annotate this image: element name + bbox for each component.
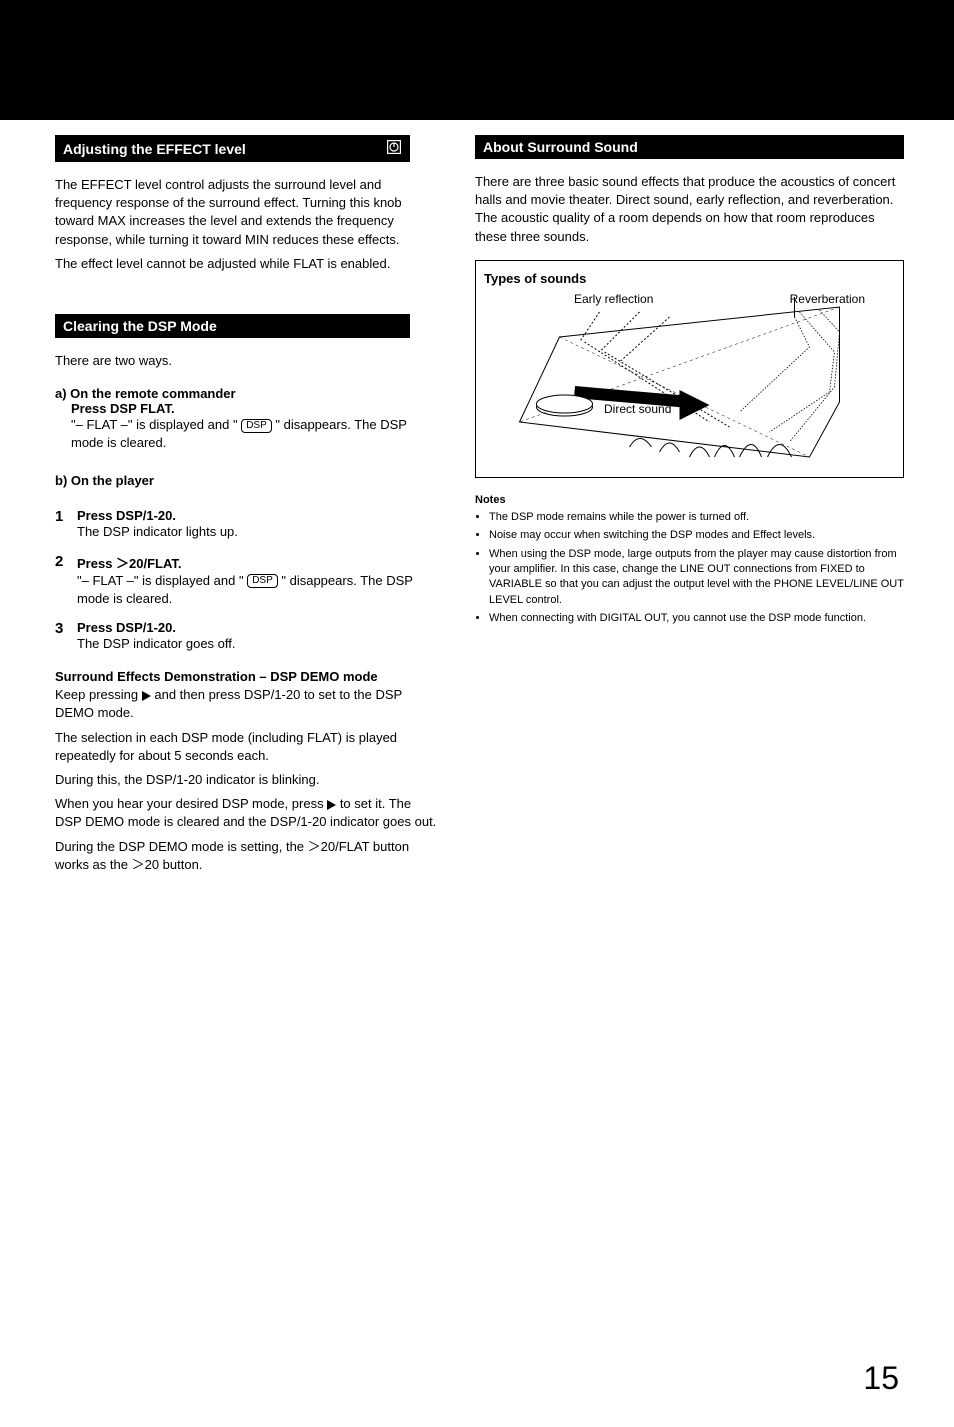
- section-title-effect: Adjusting the EFFECT level: [63, 141, 246, 157]
- note-item: When connecting with DIGITAL OUT, you ca…: [489, 611, 904, 626]
- demo-line4: When you hear your desired DSP mode, pre…: [55, 795, 440, 831]
- demo-line5: During the DSP DEMO mode is setting, the…: [55, 838, 440, 874]
- step-1-num: 1: [55, 508, 77, 541]
- dsp-button-icon: DSP: [241, 419, 272, 433]
- section-header-effect: Adjusting the EFFECT level: [55, 135, 410, 162]
- note-item: The DSP mode remains while the power is …: [489, 510, 904, 525]
- note-item: When using the DSP mode, large outputs f…: [489, 547, 904, 609]
- play-icon: [327, 800, 336, 810]
- demo-line2: The selection in each DSP mode (includin…: [55, 729, 440, 765]
- types-diagram: Early reflection Reverberation Direct so…: [484, 292, 895, 467]
- step-3: 3 Press DSP/1-20. The DSP indicator goes…: [55, 620, 440, 653]
- option-b-label: b) On the player: [55, 473, 154, 488]
- label-direct: Direct sound: [604, 402, 671, 416]
- step-1-bold: Press DSP/1-20.: [77, 508, 440, 523]
- types-title: Types of sounds: [484, 271, 895, 286]
- label-early: Early reflection: [574, 292, 653, 306]
- section-title-clearing: Clearing the DSP Mode: [63, 318, 217, 334]
- demo-line1: Keep pressing and then press DSP/1-20 to…: [55, 686, 440, 722]
- note-item: Noise may occur when switching the DSP m…: [489, 528, 904, 543]
- step-2-text: "– FLAT –" is displayed and " DSP " disa…: [77, 572, 440, 608]
- demo-l1a: Keep pressing: [55, 687, 142, 702]
- section-title-about: About Surround Sound: [483, 139, 638, 155]
- effect-p1: The EFFECT level control adjusts the sur…: [55, 176, 440, 249]
- step-2-num: 2: [55, 553, 77, 608]
- right-column: About Surround Sound There are three bas…: [475, 135, 904, 880]
- main-content: Adjusting the EFFECT level The EFFECT le…: [0, 120, 954, 880]
- option-a-text: "– FLAT –" is displayed and " DSP " disa…: [71, 417, 407, 450]
- knob-icon: [386, 139, 402, 158]
- demo-heading: Surround Effects Demonstration – DSP DEM…: [55, 669, 440, 684]
- effect-p2: The effect level cannot be adjusted whil…: [55, 255, 440, 273]
- step-1-text: The DSP indicator lights up.: [77, 523, 440, 541]
- step-2-pre: "– FLAT –" is displayed and ": [77, 573, 247, 588]
- about-intro: There are three basic sound effects that…: [475, 173, 904, 246]
- step-1: 1 Press DSP/1-20. The DSP indicator ligh…: [55, 508, 440, 541]
- label-reverb: Reverberation: [790, 292, 865, 306]
- notes-heading: Notes: [475, 494, 904, 506]
- dsp-button-icon: DSP: [247, 574, 278, 588]
- page-number: 15: [0, 880, 954, 1427]
- notes-list: The DSP mode remains while the power is …: [475, 510, 904, 627]
- step-2-bold: Press ＞20/FLAT.: [77, 553, 440, 572]
- play-icon: [142, 691, 151, 701]
- option-a-pre: "– FLAT –" is displayed and ": [71, 417, 238, 432]
- top-black-bar: [0, 0, 954, 120]
- left-column: Adjusting the EFFECT level The EFFECT le…: [55, 135, 440, 880]
- step-3-text: The DSP indicator goes off.: [77, 635, 440, 653]
- demo-line3: During this, the DSP/1-20 indicator is b…: [55, 771, 440, 789]
- option-a-label: a) On the remote commander: [55, 386, 236, 401]
- section-header-clearing: Clearing the DSP Mode: [55, 314, 410, 338]
- option-a: a) On the remote commander Press DSP FLA…: [55, 386, 440, 452]
- option-b: b) On the player: [55, 473, 440, 488]
- section-header-about: About Surround Sound: [475, 135, 904, 159]
- clearing-intro: There are two ways.: [55, 352, 440, 370]
- option-a-bold: Press DSP FLAT.: [71, 401, 440, 416]
- types-box: Types of sounds Early reflection Reverbe…: [475, 260, 904, 478]
- demo-l4a: When you hear your desired DSP mode, pre…: [55, 796, 327, 811]
- room-diagram-svg: [484, 292, 895, 467]
- step-3-num: 3: [55, 620, 77, 653]
- step-2: 2 Press ＞20/FLAT. "– FLAT –" is displaye…: [55, 553, 440, 608]
- step-3-bold: Press DSP/1-20.: [77, 620, 440, 635]
